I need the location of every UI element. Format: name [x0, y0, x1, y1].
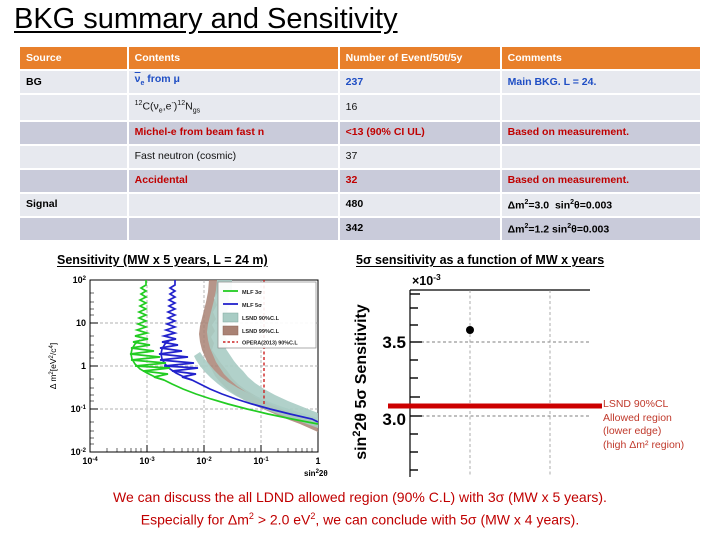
cell-contents: Fast neutron (cosmic) — [128, 145, 338, 168]
table-row: Michel-e from beam fast n <13 (90% CI UL… — [20, 121, 700, 144]
annotation-line-2: Allowed region — [603, 411, 672, 424]
cell-source — [20, 95, 127, 120]
cell-number: 342 — [339, 217, 500, 240]
left-plot-xlabel: sin22θ — [304, 469, 328, 478]
cell-number: 237 — [339, 71, 500, 93]
lsnd-annotation: LSND 90%CL Allowed region (lower edge) (… — [603, 398, 720, 452]
column-header-comments: Comments — [501, 47, 700, 69]
cell-number: 37 — [339, 145, 500, 168]
cell-comments — [501, 145, 700, 168]
svg-text:10-4: 10-4 — [82, 456, 98, 466]
cell-number: 32 — [339, 169, 500, 192]
column-header-source: Source — [20, 47, 127, 69]
cell-comments: Based on measurement. — [501, 121, 700, 144]
page-title: BKG summary and Sensitivity — [14, 3, 398, 35]
svg-text:10: 10 — [76, 318, 86, 328]
cell-contents: 12C(νe,e-)12Ngs — [128, 95, 338, 120]
cell-comments: Based on measurement. — [501, 169, 700, 192]
cell-source: BG — [20, 71, 127, 93]
column-header-number: Number of Event/50t/5y — [339, 47, 500, 69]
right-chart-title: 5σ sensitivity as a function of MW x yea… — [356, 253, 605, 267]
y-tick-label-35: 3.5 — [382, 333, 406, 352]
svg-text:10-2: 10-2 — [196, 456, 212, 466]
grid-lines-vertical — [469, 290, 551, 477]
data-point — [466, 326, 474, 334]
svg-text:10-3: 10-3 — [139, 456, 155, 466]
cell-number: <13 (90% CI UL) — [339, 121, 500, 144]
y-axis-ticks — [410, 293, 422, 471]
cell-number: 480 — [339, 193, 500, 216]
right-plot-multiplier: ×10-3 — [412, 272, 441, 288]
cell-number: 16 — [339, 95, 500, 120]
cell-source — [20, 169, 127, 192]
table-row: 12C(νe,e-)12Ngs 16 — [20, 95, 700, 120]
sensitivity-contour-plot: 102 10 1 10-1 10-2 Δ m2[eV2/c4] 10-4 10-… — [42, 272, 332, 484]
conclusion-text: We can discuss the all LDND allowed regi… — [0, 488, 720, 530]
table-row: Accidental 32 Based on measurement. — [20, 169, 700, 192]
svg-text:1: 1 — [81, 361, 86, 371]
conclusion-line-2c: , we can conclude with 5σ (MW x 4 years)… — [315, 511, 580, 528]
cell-contents: Accidental — [128, 169, 338, 192]
right-plot-svg: ×10-3 3.5 3.0 sin22θ 5σ Sensitivity — [352, 272, 602, 477]
table-row: 342 Δm2=1.2 sin2θ=0.003 — [20, 217, 700, 240]
y-tick-label-30: 3.0 — [382, 410, 406, 429]
legend-label-mlf3: MLF 3σ — [242, 290, 262, 296]
left-plot-legend: MLF 3σ MLF 5σ LSND 90%C.L LSND 99%C.L OP… — [217, 281, 317, 349]
cell-comments: Δm2=3.0 sin2θ=0.003 — [501, 193, 700, 216]
legend-label-opera: OPERA(2013) 90%C.L — [242, 341, 298, 347]
annotation-line-1: LSND 90%CL — [603, 398, 669, 410]
table-row: Fast neutron (cosmic) 37 — [20, 145, 700, 168]
cell-contents: Michel-e from beam fast n — [128, 121, 338, 144]
table-row: BG νe from μ 237 Main BKG. L = 24. — [20, 71, 700, 93]
cell-source — [20, 217, 127, 240]
legend-label-lsnd99: LSND 99%C.L — [242, 329, 280, 335]
cell-comments: Δm2=1.2 sin2θ=0.003 — [501, 217, 700, 240]
conclusion-line-2b: > 2.0 eV — [253, 511, 311, 528]
legend-label-mlf5: MLF 5σ — [242, 303, 262, 309]
svg-text:10-1: 10-1 — [253, 456, 269, 466]
left-plot-ylabel: Δ m2[eV2/c4] — [48, 343, 58, 389]
table-row: Signal 480 Δm2=3.0 sin2θ=0.003 — [20, 193, 700, 216]
bkg-summary-table: Source Contents Number of Event/50t/5y C… — [18, 45, 702, 242]
cell-contents — [128, 193, 338, 216]
left-chart-title: Sensitivity (MW x 5 years, L = 24 m) — [57, 253, 268, 267]
left-plot-svg: 102 10 1 10-1 10-2 Δ m2[eV2/c4] 10-4 10-… — [48, 275, 328, 478]
svg-text:1: 1 — [315, 456, 320, 466]
conclusion-line-2a: Especially for Δm — [140, 511, 249, 528]
cell-comments — [501, 95, 700, 120]
conclusion-line-1: We can discuss the all LDND allowed regi… — [113, 489, 607, 505]
cell-contents: νe from μ — [128, 71, 338, 93]
cell-source — [20, 121, 127, 144]
cell-source — [20, 145, 127, 168]
annotation-line-4: (high Δm² region) — [603, 438, 685, 451]
right-plot-ylabel: sin22θ 5σ Sensitivity — [352, 304, 370, 460]
svg-text:10-1: 10-1 — [71, 404, 87, 414]
table-header-row: Source Contents Number of Event/50t/5y C… — [20, 47, 700, 69]
cell-comments: Main BKG. L = 24. — [501, 71, 700, 93]
column-header-contents: Contents — [128, 47, 338, 69]
conclusion-line-2: Especially for Δm2 > 2.0 eV2, we can con… — [0, 507, 720, 530]
slide: BKG summary and Sensitivity Source Conte… — [0, 0, 720, 540]
legend-label-lsnd90: LSND 90%C.L — [242, 316, 280, 322]
sensitivity-vs-mwyears-plot: ×10-3 3.5 3.0 sin22θ 5σ Sensitivity — [352, 272, 612, 487]
cell-contents — [128, 217, 338, 240]
annotation-line-3: (lower edge) — [603, 425, 662, 437]
cell-source: Signal — [20, 193, 127, 216]
svg-text:102: 102 — [73, 275, 87, 285]
